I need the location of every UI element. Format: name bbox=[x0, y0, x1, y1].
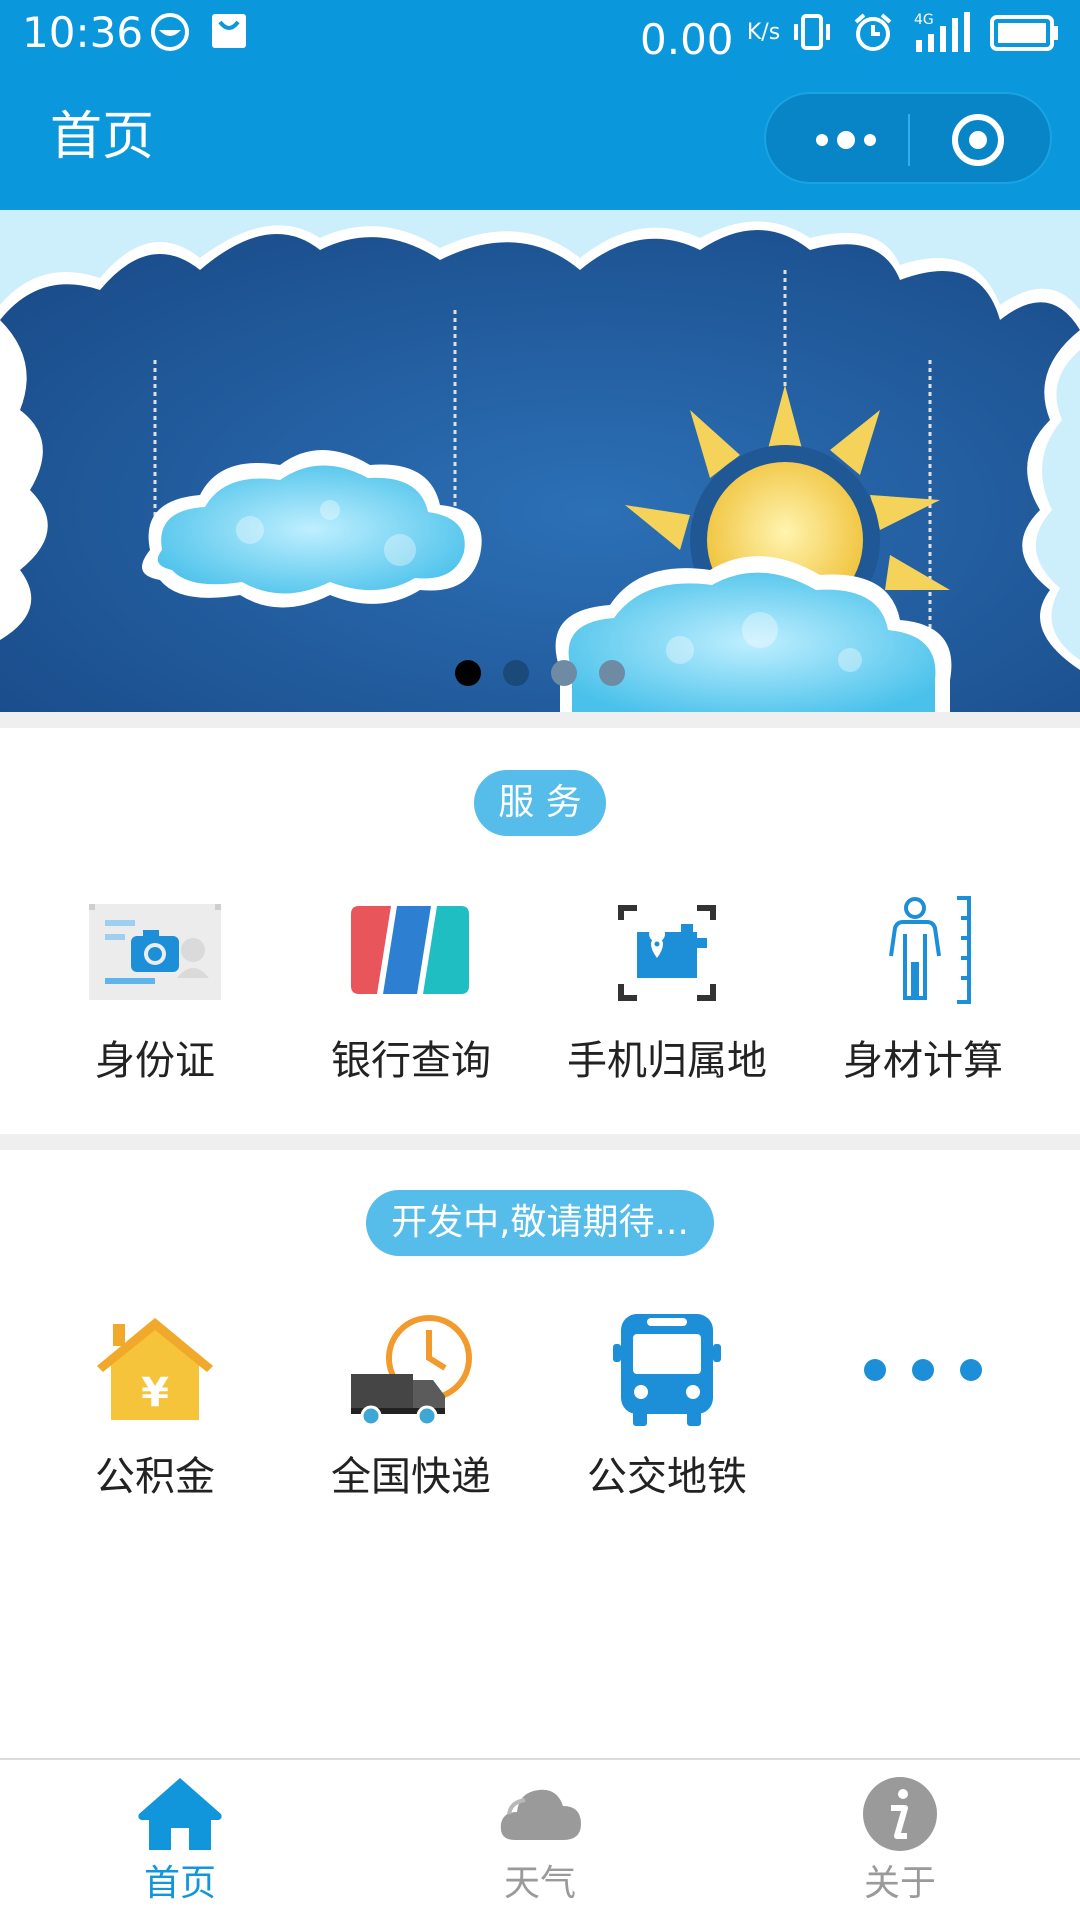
service-label: 身材计算 bbox=[843, 1038, 1003, 1084]
feature-more[interactable] bbox=[788, 1310, 1058, 1430]
tab-label: 首页 bbox=[143, 1863, 216, 1904]
feature-label: 公积金 bbox=[95, 1454, 215, 1500]
service-body-measure[interactable]: 身材计算 bbox=[788, 894, 1058, 1086]
bank-card-icon bbox=[351, 906, 469, 994]
carousel-dot-4[interactable] bbox=[599, 660, 625, 686]
tab-about[interactable]: 关于 bbox=[800, 1774, 1000, 1906]
carousel-dot-1[interactable] bbox=[455, 660, 481, 686]
bus-icon bbox=[613, 1314, 721, 1426]
feature-express[interactable]: 全国快递 bbox=[276, 1310, 546, 1502]
body-measure-icon bbox=[889, 896, 971, 1004]
feature-housing-fund[interactable]: ¥ 公积金 bbox=[20, 1310, 290, 1502]
service-phone-location[interactable]: 手机归属地 bbox=[532, 894, 802, 1086]
net-speed: 0.00 K/s bbox=[640, 6, 780, 67]
svg-text:4G: 4G bbox=[914, 12, 934, 28]
net-speed-value: 0.00 bbox=[640, 15, 734, 64]
status-bar: 10:36 0.00 K/s 4G bbox=[0, 0, 1080, 66]
status-time: 10:36 bbox=[22, 8, 144, 57]
banner-carousel[interactable] bbox=[0, 210, 1080, 712]
services-heading: 服 务 bbox=[474, 770, 606, 836]
alarm-icon bbox=[854, 13, 892, 51]
housing-fund-icon: ¥ bbox=[97, 1318, 213, 1420]
tab-weather[interactable]: 天气 bbox=[440, 1774, 640, 1906]
home-icon bbox=[138, 1778, 222, 1850]
tab-bar: 首页 天气 关于 bbox=[0, 1758, 1080, 1920]
banner-image bbox=[0, 210, 1080, 712]
service-label: 银行查询 bbox=[331, 1038, 491, 1084]
battery-icon bbox=[990, 15, 1058, 51]
feature-label: 公交地铁 bbox=[587, 1454, 747, 1500]
carousel-dot-3[interactable] bbox=[551, 660, 577, 686]
section-divider bbox=[0, 712, 1080, 728]
express-truck-icon bbox=[351, 1315, 472, 1427]
close-miniapp-icon[interactable] bbox=[950, 112, 1006, 168]
tab-home[interactable]: 首页 bbox=[80, 1774, 280, 1906]
phone-location-icon bbox=[618, 905, 716, 1001]
service-id-card[interactable]: 身份证 bbox=[20, 894, 290, 1086]
service-label: 身份证 bbox=[95, 1038, 215, 1084]
info-icon bbox=[863, 1777, 937, 1851]
nav-bar: 首页 bbox=[0, 66, 1080, 210]
section-divider bbox=[0, 1134, 1080, 1150]
svg-text:¥: ¥ bbox=[141, 1370, 169, 1416]
feature-bus-metro[interactable]: 公交地铁 bbox=[532, 1310, 802, 1502]
developing-heading: 开发中,敬请期待... bbox=[366, 1190, 714, 1256]
more-options-icon[interactable] bbox=[806, 114, 886, 166]
page-title: 首页 bbox=[50, 107, 155, 167]
shopping-bag-notification-icon bbox=[212, 14, 246, 48]
feature-label: 全国快递 bbox=[331, 1454, 491, 1500]
net-speed-unit: K/s bbox=[746, 20, 781, 45]
signal-4g-icon: 4G bbox=[914, 12, 970, 52]
vibrate-icon bbox=[794, 14, 830, 50]
service-bank[interactable]: 银行查询 bbox=[276, 894, 546, 1086]
emoji-notification-icon bbox=[151, 13, 189, 51]
cloud-icon bbox=[500, 1789, 581, 1840]
tab-label: 天气 bbox=[503, 1863, 576, 1904]
service-label: 手机归属地 bbox=[567, 1038, 767, 1084]
carousel-dot-2[interactable] bbox=[503, 660, 529, 686]
more-dots-icon bbox=[864, 1359, 982, 1381]
id-card-icon bbox=[89, 904, 221, 1000]
capsule-divider bbox=[908, 114, 910, 166]
miniapp-capsule bbox=[764, 92, 1052, 184]
tab-label: 关于 bbox=[863, 1863, 936, 1904]
